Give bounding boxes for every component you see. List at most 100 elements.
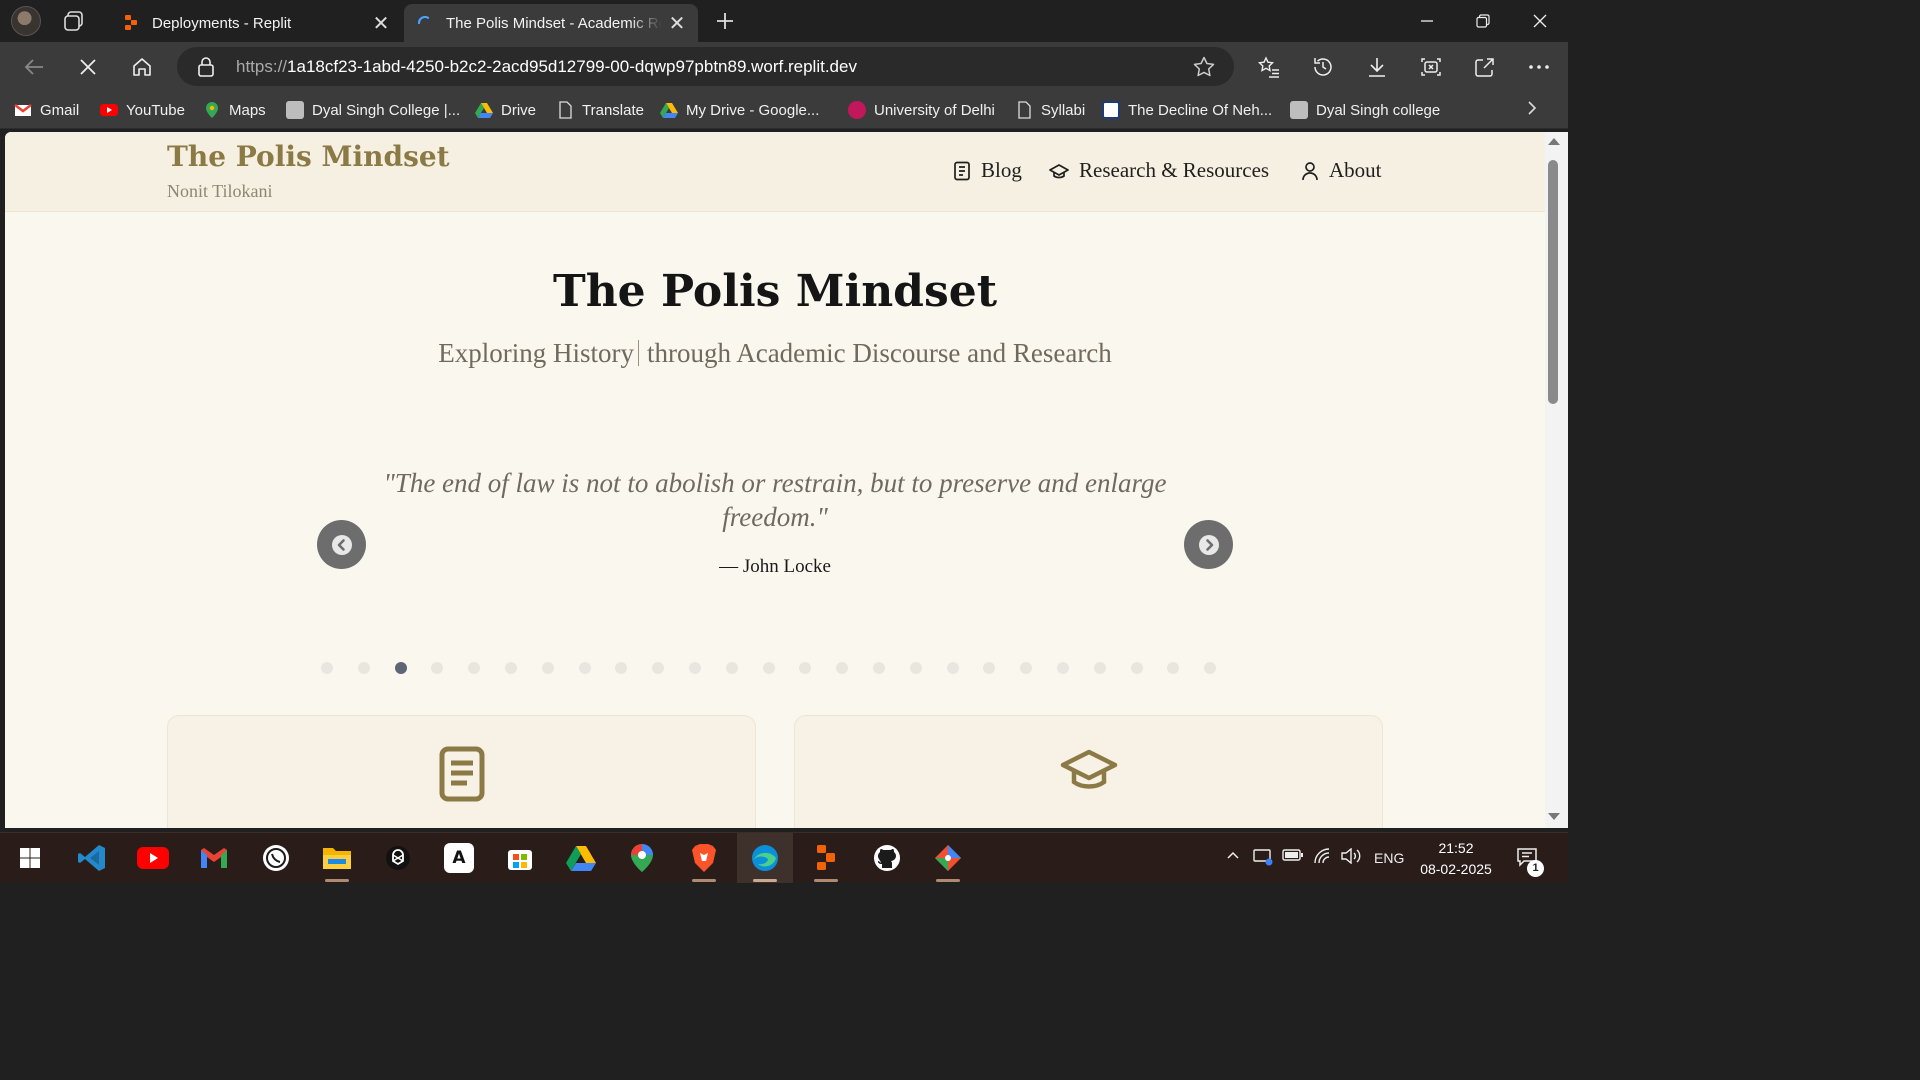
nav-blog[interactable]: Blog xyxy=(953,158,1022,183)
scrollbar-thumb[interactable] xyxy=(1548,160,1558,404)
carousel-dot[interactable] xyxy=(946,662,959,674)
chevron-left-icon xyxy=(331,534,352,555)
workspaces-icon[interactable] xyxy=(62,8,88,34)
favorite-star-icon[interactable] xyxy=(1192,55,1216,84)
clock[interactable]: 21:52 08-02-2025 xyxy=(1412,838,1500,880)
google-drive-icon[interactable] xyxy=(553,833,609,883)
carousel-next-button[interactable] xyxy=(1184,520,1233,569)
brave-icon[interactable] xyxy=(676,833,732,883)
scroll-up-arrow-icon[interactable] xyxy=(1548,138,1560,145)
carousel-dot[interactable] xyxy=(799,662,812,674)
gmail-icon[interactable] xyxy=(186,833,242,883)
restore-button[interactable] xyxy=(1455,0,1511,42)
bookmark-maps[interactable]: Maps xyxy=(203,99,266,121)
carousel-dot[interactable] xyxy=(1056,662,1069,674)
url-text[interactable]: https://1a18cf23-1abd-4250-b2c2-2acd95d1… xyxy=(236,57,857,77)
carousel-dot[interactable] xyxy=(394,662,407,674)
share-icon[interactable] xyxy=(1470,52,1500,82)
bookmark-syllabi[interactable]: Syllabi xyxy=(1015,99,1085,121)
git-icon[interactable] xyxy=(920,833,976,883)
carousel-dot[interactable] xyxy=(1130,662,1143,674)
carousel-dot[interactable] xyxy=(836,662,849,674)
battery-icon[interactable] xyxy=(1282,848,1304,865)
new-tab-button[interactable] xyxy=(710,6,740,36)
bookmark-drive[interactable]: Drive xyxy=(475,99,536,121)
carousel-dot[interactable] xyxy=(909,662,922,674)
carousel-dot[interactable] xyxy=(983,662,996,674)
bookmark-decline-of-nehru[interactable]: The Decline Of Neh... xyxy=(1102,99,1272,121)
tab-polis-mindset[interactable]: The Polis Mindset - Academic Research ✕ xyxy=(404,4,698,42)
stop-loading-button[interactable] xyxy=(73,52,103,82)
carousel-dot[interactable] xyxy=(578,662,591,674)
graduation-cap-icon xyxy=(1049,163,1069,178)
close-tab-icon[interactable]: ✕ xyxy=(662,8,692,38)
whatsapp-icon[interactable] xyxy=(248,833,304,883)
close-tab-icon[interactable]: ✕ xyxy=(366,8,396,38)
college-icon xyxy=(286,101,304,119)
history-icon[interactable] xyxy=(1308,52,1338,82)
microsoft-store-icon[interactable] xyxy=(492,833,548,883)
replit-icon[interactable] xyxy=(798,833,854,883)
bookmark-dyal-singh[interactable]: Dyal Singh College |... xyxy=(286,99,460,121)
research-card[interactable] xyxy=(794,715,1383,828)
wifi-icon[interactable] xyxy=(1312,848,1332,867)
bookmark-gmail[interactable]: Gmail xyxy=(14,99,79,121)
bookmark-youtube[interactable]: YouTube xyxy=(100,99,185,121)
file-explorer-icon[interactable] xyxy=(309,833,365,883)
screenshot-icon[interactable] xyxy=(1416,52,1446,82)
typing-caret xyxy=(637,340,639,366)
language-indicator[interactable]: ENG xyxy=(1374,850,1404,866)
nav-research-resources[interactable]: Research & Resources xyxy=(1049,158,1269,183)
youtube-icon[interactable] xyxy=(125,833,181,883)
url-bar[interactable]: https://1a18cf23-1abd-4250-b2c2-2acd95d1… xyxy=(177,47,1234,86)
tab-bar: Deployments - Replit ✕ The Polis Mindset… xyxy=(0,0,1568,42)
volume-icon[interactable] xyxy=(1340,847,1362,867)
vscode-icon[interactable] xyxy=(64,833,120,883)
back-button[interactable] xyxy=(19,52,49,82)
more-menu-icon[interactable] xyxy=(1524,52,1554,82)
profile-avatar[interactable] xyxy=(11,6,41,36)
carousel-dot[interactable] xyxy=(1167,662,1180,674)
tab-deployments[interactable]: Deployments - Replit ✕ xyxy=(110,4,402,42)
carousel-dot[interactable] xyxy=(652,662,665,674)
carousel-dot[interactable] xyxy=(762,662,775,674)
site-brand[interactable]: The Polis Mindset xyxy=(167,140,450,173)
windows-start-icon[interactable] xyxy=(2,833,58,883)
carousel-dot[interactable] xyxy=(725,662,738,674)
edge-icon[interactable] xyxy=(737,833,793,883)
chevron-up-icon[interactable] xyxy=(1226,848,1240,865)
scroll-down-arrow-icon[interactable] xyxy=(1548,813,1560,820)
carousel-dot[interactable] xyxy=(1093,662,1106,674)
blog-card[interactable] xyxy=(167,715,756,828)
minimize-button[interactable] xyxy=(1399,0,1455,42)
bookmark-my-drive[interactable]: My Drive - Google... xyxy=(660,99,819,121)
carousel-dot[interactable] xyxy=(688,662,701,674)
favorites-icon[interactable] xyxy=(1254,52,1284,82)
bookmark-dyal-singh-college[interactable]: Dyal Singh college xyxy=(1290,99,1440,121)
carousel-dot[interactable] xyxy=(872,662,885,674)
carousel-dot[interactable] xyxy=(615,662,628,674)
carousel-dot[interactable] xyxy=(468,662,481,674)
downloads-icon[interactable] xyxy=(1362,52,1392,82)
carousel-dot[interactable] xyxy=(357,662,370,674)
carousel-dot[interactable] xyxy=(1204,662,1217,674)
display-icon[interactable] xyxy=(1253,848,1273,869)
home-button[interactable] xyxy=(127,52,157,82)
bookmark-university-of-delhi[interactable]: University of Delhi xyxy=(848,99,995,121)
chatgpt-icon[interactable] xyxy=(370,833,426,883)
carousel-dot[interactable] xyxy=(504,662,517,674)
chevron-right-icon[interactable] xyxy=(1526,99,1538,123)
nav-about[interactable]: About xyxy=(1301,158,1382,183)
carousel-dot[interactable] xyxy=(431,662,444,674)
bookmark-translate[interactable]: Translate xyxy=(556,99,644,121)
page-scrollbar[interactable] xyxy=(1545,132,1568,828)
page-icon xyxy=(1015,101,1033,119)
close-window-button[interactable] xyxy=(1512,0,1568,42)
anthropic-icon[interactable]: A xyxy=(431,833,487,883)
google-maps-icon[interactable] xyxy=(614,833,670,883)
carousel-dot[interactable] xyxy=(321,662,333,674)
carousel-dot[interactable] xyxy=(1020,662,1033,674)
carousel-dot[interactable] xyxy=(541,662,554,674)
github-icon[interactable] xyxy=(859,833,915,883)
lock-icon[interactable] xyxy=(197,57,215,82)
